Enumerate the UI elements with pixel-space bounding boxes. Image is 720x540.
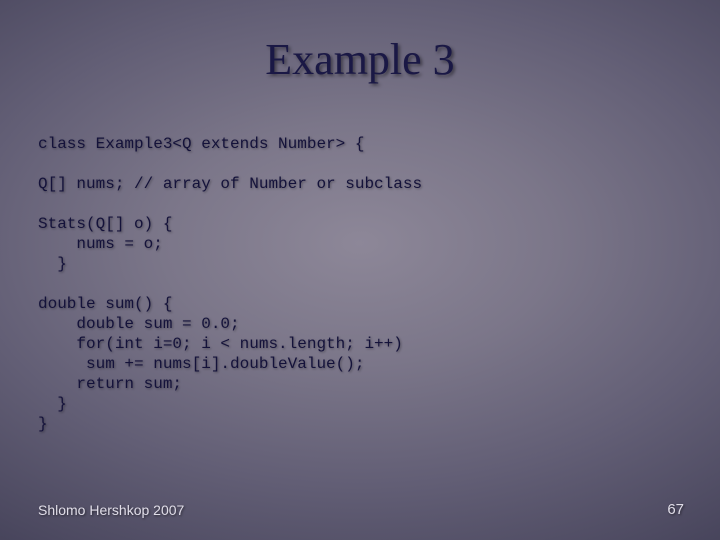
code-block: class Example3<Q extends Number> { Q[] n… [38,134,682,434]
slide-title: Example 3 [0,34,720,85]
slide-number: 67 [667,501,684,518]
footer-author: Shlomo Hershkop 2007 [38,502,184,518]
